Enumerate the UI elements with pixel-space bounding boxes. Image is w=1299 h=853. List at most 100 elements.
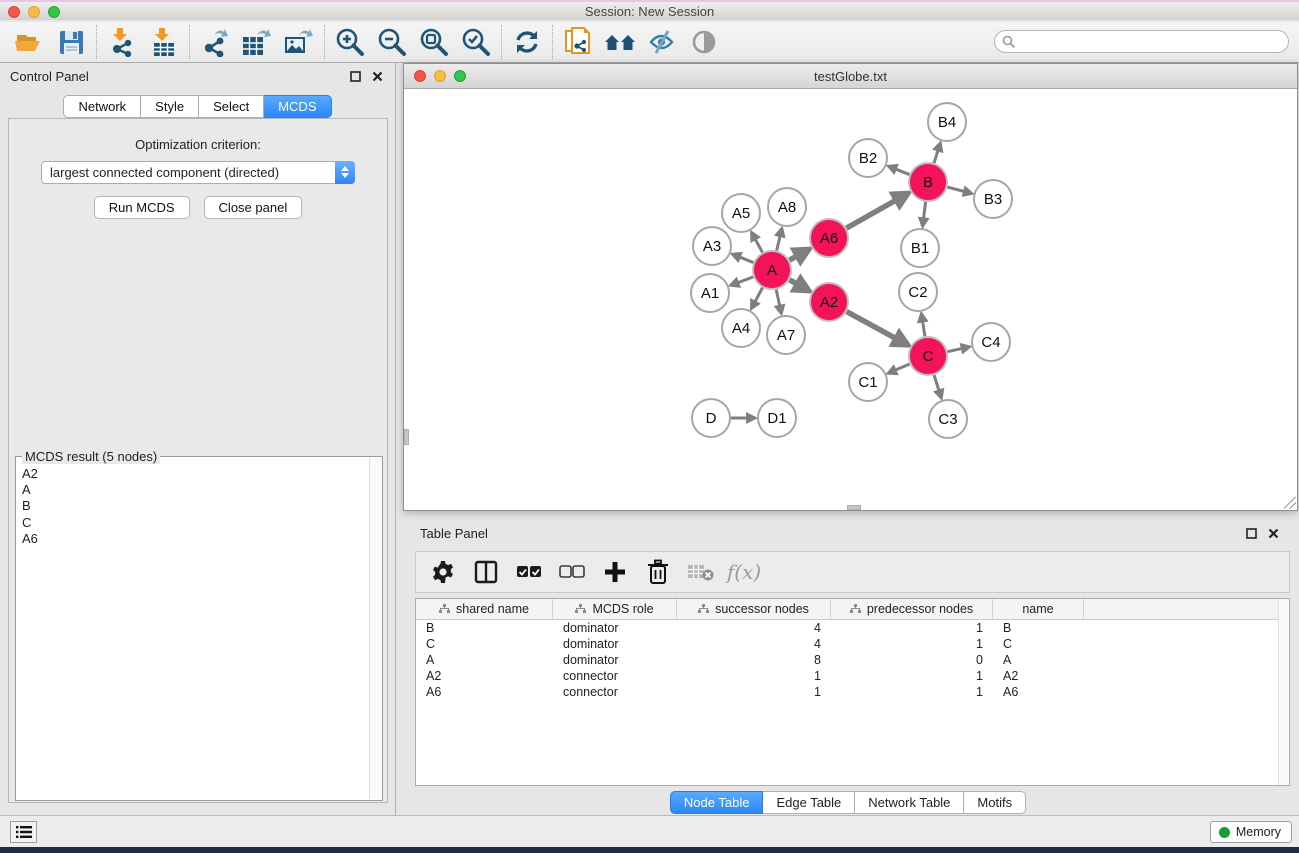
zoom-in-button[interactable] [329, 24, 371, 60]
edge-B-B3[interactable] [947, 187, 964, 192]
select-all-button[interactable] [512, 555, 546, 589]
tab-edge-table[interactable]: Edge Table [763, 791, 855, 814]
node-C2[interactable]: C2 [899, 273, 937, 311]
node-A6[interactable]: A6 [810, 219, 848, 257]
add-column-button[interactable] [598, 555, 632, 589]
result-item[interactable]: A6 [22, 531, 368, 547]
table-row[interactable]: A2connector11A2 [416, 668, 1289, 684]
column-selector-button[interactable] [469, 555, 503, 589]
column-header-predecessor-nodes[interactable]: predecessor nodes [831, 599, 993, 619]
node-C3[interactable]: C3 [929, 400, 967, 438]
edge-B-B1[interactable] [924, 202, 926, 219]
zoom-selected-button[interactable] [455, 24, 497, 60]
hide-panels-button[interactable] [641, 24, 683, 60]
node-B2[interactable]: B2 [849, 139, 887, 177]
window-controls[interactable] [8, 6, 60, 18]
tab-motifs[interactable]: Motifs [964, 791, 1026, 814]
edge-A2-C[interactable] [847, 312, 897, 339]
node-C[interactable]: C [909, 337, 947, 375]
horizontal-scrollbar-thumb[interactable] [847, 505, 861, 510]
refresh-layout-button[interactable] [506, 24, 548, 60]
result-item[interactable]: A [22, 482, 368, 498]
node-B[interactable]: B [909, 163, 947, 201]
node-C4[interactable]: C4 [972, 323, 1010, 361]
network-window-titlebar[interactable]: testGlobe.txt [404, 64, 1297, 89]
edge-A-A3[interactable] [739, 257, 753, 263]
node-A4[interactable]: A4 [722, 309, 760, 347]
column-header-successor-nodes[interactable]: successor nodes [677, 599, 831, 619]
node-A8[interactable]: A8 [768, 188, 806, 226]
zoom-fit-button[interactable] [413, 24, 455, 60]
export-image-button[interactable] [278, 24, 320, 60]
table-body[interactable]: Bdominator41BCdominator41CAdominator80AA… [416, 620, 1289, 700]
minimize-network-window-button[interactable] [434, 70, 446, 82]
float-table-panel-icon[interactable] [1243, 525, 1259, 541]
close-panel-icon[interactable] [369, 69, 385, 85]
table-settings-button[interactable] [426, 555, 460, 589]
close-panel-button[interactable]: Close panel [204, 196, 303, 219]
export-table-button[interactable] [236, 24, 278, 60]
optimization-criterion-select[interactable]: largest connected component (directed) [41, 161, 355, 184]
edge-A-A7[interactable] [776, 290, 780, 307]
node-D1[interactable]: D1 [758, 399, 796, 437]
save-session-button[interactable] [50, 24, 92, 60]
export-network-button[interactable] [194, 24, 236, 60]
resize-grip[interactable] [1284, 497, 1296, 509]
close-window-button[interactable] [8, 6, 20, 18]
network-view-window[interactable]: testGlobe.txt AA1A2A3A4A5A6A7A8BB1B2B3B4… [403, 63, 1298, 511]
column-header-shared-name[interactable]: shared name [416, 599, 553, 619]
edge-C-C2[interactable] [922, 321, 924, 336]
table-row[interactable]: Bdominator41B [416, 620, 1289, 636]
delete-column-button[interactable] [641, 555, 675, 589]
tab-mcds[interactable]: MCDS [264, 95, 331, 118]
node-B4[interactable]: B4 [928, 103, 966, 141]
maximize-window-button[interactable] [48, 6, 60, 18]
node-A5[interactable]: A5 [722, 194, 760, 232]
network-window-controls[interactable] [414, 70, 466, 82]
edge-C-C1[interactable] [895, 364, 910, 370]
node-D[interactable]: D [692, 399, 730, 437]
mcds-result-list[interactable]: A2ABCA6 [17, 461, 368, 799]
column-header-name[interactable]: name [993, 599, 1084, 619]
edge-B-B4[interactable] [934, 150, 938, 163]
float-panel-icon[interactable] [347, 69, 363, 85]
close-network-window-button[interactable] [414, 70, 426, 82]
edge-C-C4[interactable] [948, 348, 963, 351]
node-A2[interactable]: A2 [810, 283, 848, 321]
result-scrollbar[interactable] [369, 458, 382, 799]
edge-A-A4[interactable] [755, 288, 763, 303]
result-item[interactable]: A2 [22, 466, 368, 482]
edge-A-A2[interactable] [789, 280, 797, 285]
network-graph[interactable]: AA1A2A3A4A5A6A7A8BB1B2B3B4CC1C2C3C4DD1 [404, 89, 1297, 510]
run-mcds-button[interactable]: Run MCDS [94, 196, 190, 219]
delete-table-button[interactable] [684, 555, 718, 589]
zoom-out-button[interactable] [371, 24, 413, 60]
open-session-button[interactable] [8, 24, 50, 60]
node-A7[interactable]: A7 [767, 316, 805, 354]
node-B1[interactable]: B1 [901, 229, 939, 267]
node-table[interactable]: shared nameMCDS rolesuccessor nodesprede… [415, 598, 1290, 786]
node-A[interactable]: A [753, 251, 791, 289]
tab-network[interactable]: Network [63, 95, 141, 118]
minimize-window-button[interactable] [28, 6, 40, 18]
show-panels-button[interactable] [683, 24, 725, 60]
table-row[interactable]: A6connector11A6 [416, 684, 1289, 700]
tab-style[interactable]: Style [141, 95, 199, 118]
tab-node-table[interactable]: Node Table [670, 791, 764, 814]
table-scrollbar[interactable] [1278, 599, 1289, 785]
edge-A-A5[interactable] [755, 239, 763, 253]
memory-button[interactable]: Memory [1210, 821, 1292, 843]
close-table-panel-icon[interactable] [1265, 525, 1281, 541]
edge-A-A6[interactable] [789, 256, 797, 261]
node-A3[interactable]: A3 [693, 227, 731, 265]
edge-B-B2[interactable] [895, 169, 909, 175]
import-network-button[interactable] [101, 24, 143, 60]
column-header-MCDS-role[interactable]: MCDS role [553, 599, 677, 619]
node-A1[interactable]: A1 [691, 274, 729, 312]
maximize-network-window-button[interactable] [454, 70, 466, 82]
search-field[interactable] [994, 30, 1289, 53]
import-table-button[interactable] [143, 24, 185, 60]
table-row[interactable]: Cdominator41C [416, 636, 1289, 652]
function-builder-button[interactable]: f(x) [727, 555, 761, 589]
vertical-scrollbar-thumb[interactable] [404, 429, 409, 445]
